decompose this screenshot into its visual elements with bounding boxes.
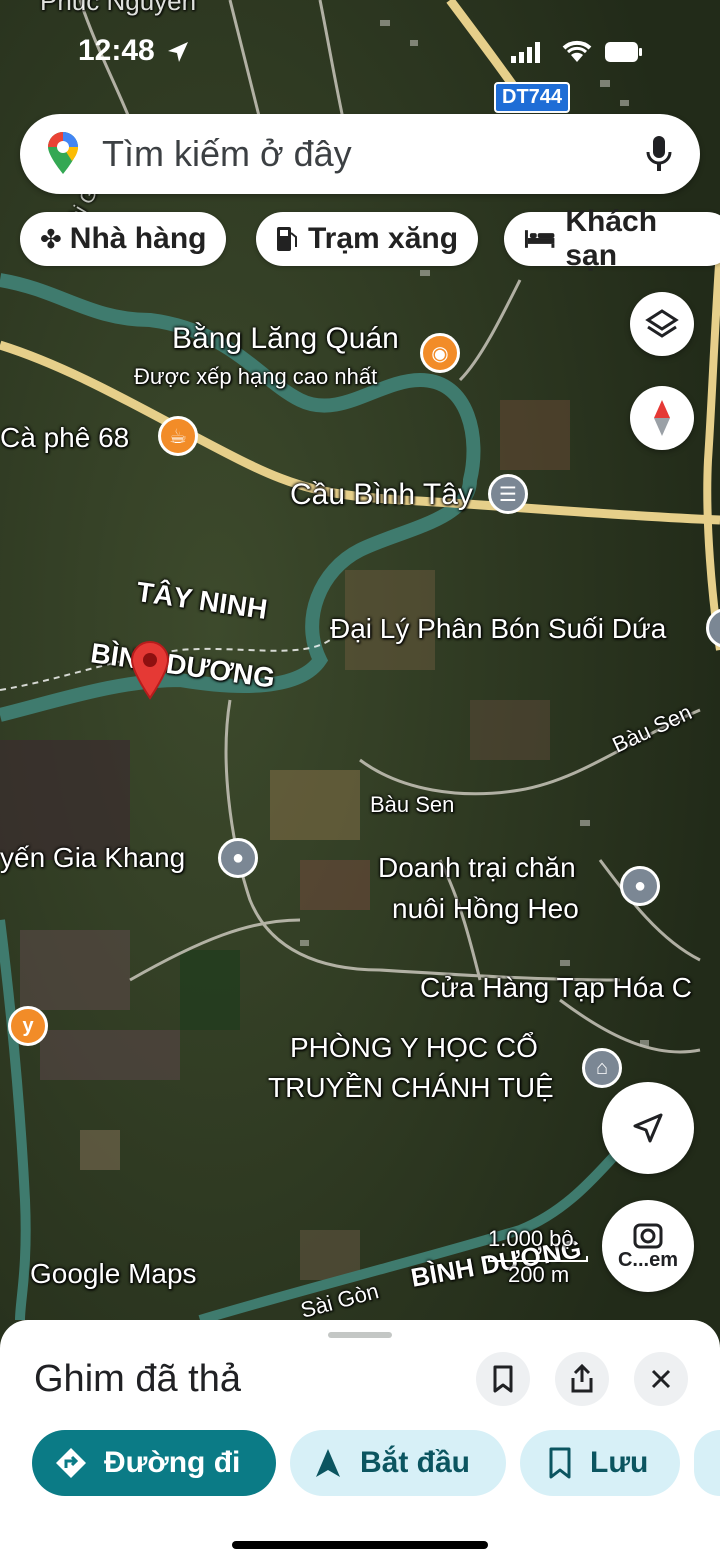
chip-gas-stations[interactable]: Trạm xăng [256, 212, 479, 266]
gas-station-icon [277, 227, 297, 251]
dropped-pin-icon[interactable] [130, 640, 170, 700]
search-bar[interactable]: Tìm kiếm ở đây [20, 114, 700, 194]
map-label-bau-sen-2: Bàu Sen [370, 792, 455, 817]
battery-icon [605, 42, 642, 62]
navigation-icon [316, 1449, 340, 1477]
navigation-arrow-icon [633, 1113, 663, 1143]
map-label-doanh-trai-1: Doanh trại chăn [378, 852, 576, 883]
layers-icon [645, 309, 679, 338]
lens-button[interactable]: C...em [602, 1200, 694, 1292]
directions-label: Đường đi [104, 1446, 241, 1479]
directions-icon [56, 1448, 86, 1478]
map-label-dai-ly: Đại Lý Phân Bón Suối Dứa [330, 613, 667, 644]
map-label-phong-y-2: TRUYỀN CHÁNH TUỆ [268, 1072, 554, 1103]
map-label-cau-binh-tay: Cầu Bình Tây [290, 478, 473, 511]
map-label-rated: Được xếp hạng cao nhất [134, 364, 378, 389]
map-label-doanh-trai-2: nuôi Hồng Heo [392, 893, 579, 924]
place-poi-icon-doanh-trai[interactable]: ● [620, 866, 660, 906]
place-poi-icon-gia-khang[interactable]: ● [218, 838, 258, 878]
compass-icon [654, 400, 670, 436]
map-label-top-place: Phúc Nguyên [40, 0, 197, 16]
save-label: Lưu [590, 1446, 649, 1479]
sheet-title: Ghim đã thả [34, 1358, 241, 1400]
start-button[interactable]: Bắt đầu [290, 1430, 506, 1496]
bridge-poi-icon[interactable]: ☰ [488, 474, 528, 514]
museum-poi-icon[interactable]: ⌂ [582, 1048, 622, 1088]
chip-restaurants-label: Nhà hàng [69, 222, 207, 255]
lens-button-label: C...em [617, 1248, 679, 1271]
scale-imperial: 1.000 bộ [488, 1226, 574, 1251]
close-icon [651, 1369, 671, 1389]
google-maps-attribution: Google Maps [30, 1258, 197, 1289]
chip-hotels[interactable]: Khách sạn [504, 205, 720, 272]
layers-button[interactable] [630, 292, 694, 356]
scale-metric: 200 m [508, 1262, 570, 1287]
map-label-gia-khang: yến Gia Khang [0, 842, 186, 873]
directions-button[interactable]: Đường đi [32, 1430, 276, 1496]
compass-button[interactable] [630, 386, 694, 450]
map-label-cua-hang: Cửa Hàng Tạp Hóa C [420, 972, 692, 1003]
chip-hotels-label: Khách sạn [565, 205, 658, 272]
save-pin-button[interactable] [476, 1352, 530, 1406]
bed-icon [524, 230, 555, 248]
wifi-icon [562, 40, 592, 62]
signal-icon [511, 42, 540, 63]
mic-icon[interactable] [644, 134, 674, 174]
bookmark-icon [493, 1365, 513, 1393]
share-button[interactable] [555, 1352, 609, 1406]
share-icon [571, 1364, 593, 1393]
status-time: 12:48 [78, 34, 155, 67]
cafe-poi-icon[interactable]: ☕ [158, 416, 198, 456]
fork-knife-icon: ✤ [40, 223, 62, 254]
start-label: Bắt đầu [360, 1446, 471, 1479]
bar-poi-icon[interactable]: y [8, 1006, 48, 1046]
search-input[interactable]: Tìm kiếm ở đây [102, 133, 644, 175]
map-label-bang-lang-quan: Bằng Lăng Quán [172, 322, 399, 355]
location-arrow-icon [168, 42, 188, 62]
save-bookmark-icon [549, 1447, 571, 1479]
home-indicator [232, 1541, 488, 1549]
recenter-button[interactable] [602, 1082, 694, 1174]
google-maps-pin-icon [48, 132, 78, 174]
lens-camera-icon [633, 1223, 663, 1248]
save-button[interactable]: Lưu [520, 1430, 680, 1496]
restaurant-poi-icon[interactable]: ◉ [420, 333, 460, 373]
chip-restaurants[interactable]: ✤ Nhà hàng [20, 212, 227, 266]
sheet-drag-handle[interactable] [328, 1332, 392, 1338]
map-label-phong-y-1: PHÒNG Y HỌC CỔ [290, 1032, 538, 1063]
map-label-ca-phe-68: Cà phê 68 [0, 422, 130, 453]
road-shield-dt744: DT744 [494, 82, 571, 113]
close-button[interactable] [634, 1352, 688, 1406]
chip-gas-stations-label: Trạm xăng [308, 222, 459, 255]
